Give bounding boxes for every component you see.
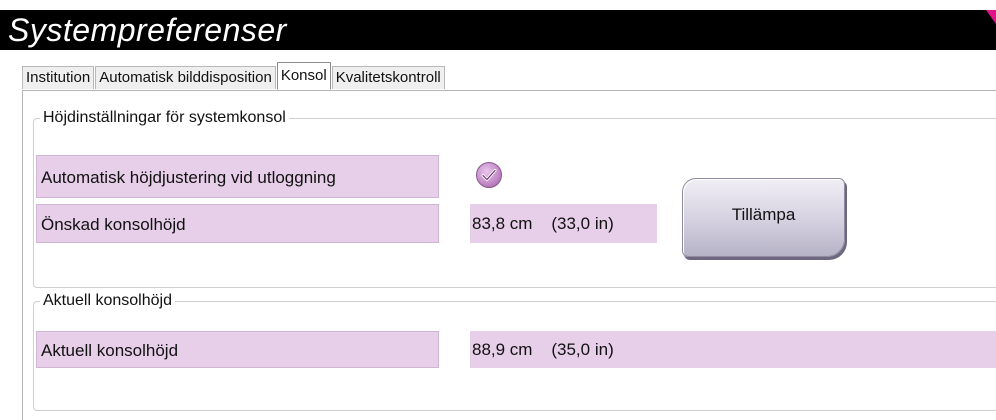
tab-strip: Institution Automatisk bilddisposition K… (22, 62, 446, 90)
tab-console[interactable]: Konsol (276, 62, 331, 90)
height-settings-group: Höjdinställningar för systemkonsol (33, 108, 996, 288)
desired-height-label: Önskad konsolhöjd (36, 204, 439, 243)
height-settings-legend: Höjdinställningar för systemkonsol (40, 108, 289, 128)
corner-accent (986, 10, 996, 24)
tab-institution[interactable]: Institution (22, 66, 95, 89)
current-height-legend: Aktuell konsolhöjd (40, 291, 175, 311)
tab-quality-control[interactable]: Kvalitetskontroll (331, 66, 445, 89)
tab-automatic-image-disposition[interactable]: Automatisk bilddisposition (95, 66, 276, 89)
title-bar: Systempreferenser (0, 10, 996, 50)
desired-height-value: 83,8 cm (33,0 in) (470, 204, 657, 243)
checkmark-icon (481, 169, 497, 181)
tab-panel-left-border (22, 90, 23, 420)
apply-button[interactable]: Tillämpa (682, 178, 845, 257)
current-height-label: Aktuell konsolhöjd (36, 331, 439, 368)
current-height-value: 88,9 cm (35,0 in) (470, 331, 996, 368)
auto-adjust-checkbox[interactable] (476, 162, 502, 188)
auto-adjust-label: Automatisk höjdjustering vid utloggning (36, 155, 439, 198)
tab-panel-top-border (22, 90, 996, 91)
window-title: Systempreferenser (8, 12, 287, 48)
